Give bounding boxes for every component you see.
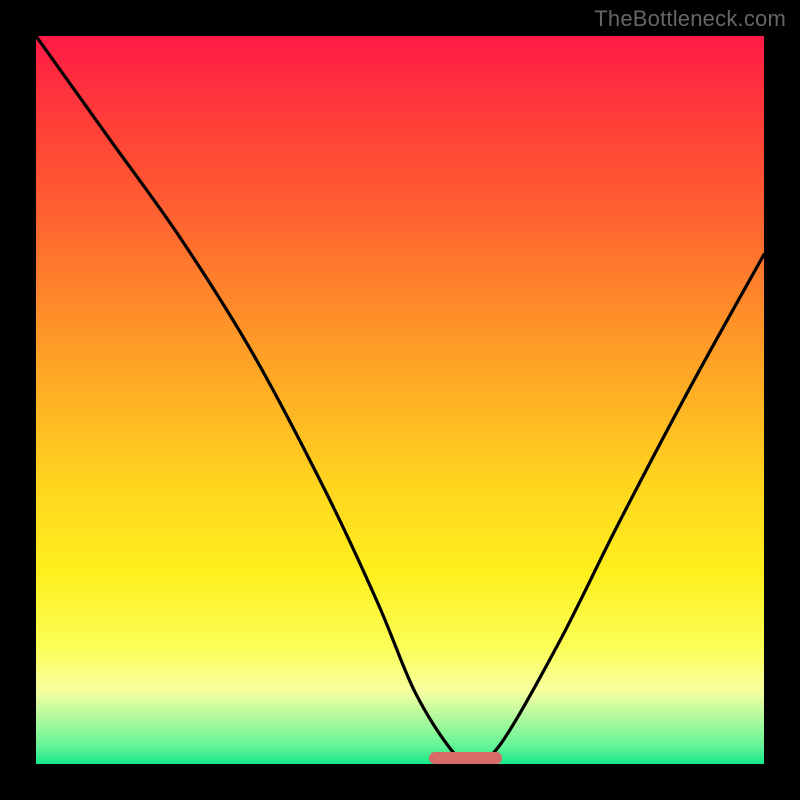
curve-layer [36,36,764,764]
bottleneck-curve-path [36,36,764,764]
plot-area [36,36,764,764]
optimal-range-marker [429,752,502,764]
chart-container: TheBottleneck.com [0,0,800,800]
watermark-text: TheBottleneck.com [594,6,786,32]
